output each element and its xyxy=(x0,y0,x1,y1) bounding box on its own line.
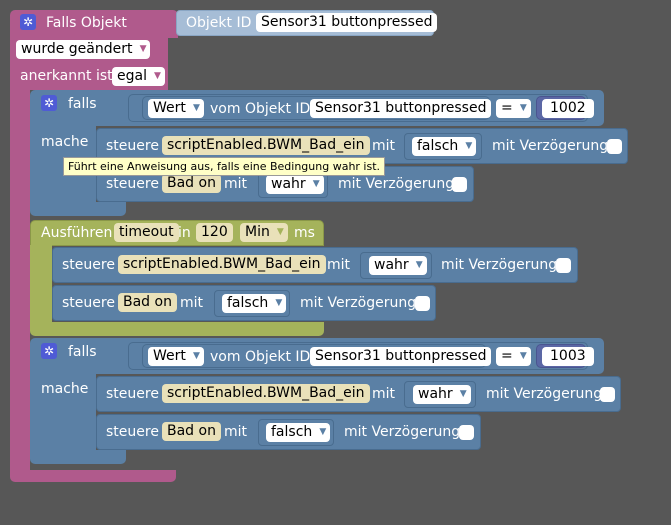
delay-label: mit Verzögerung xyxy=(492,138,609,154)
timeout-suffix: ms xyxy=(294,225,315,241)
with-label: mit xyxy=(372,138,396,154)
timeout-label: Ausführen xyxy=(41,225,113,241)
chevron-down-icon: ▼ xyxy=(154,71,161,81)
delay-label: mit Verzögerung xyxy=(441,257,558,273)
delay-label: mit Verzögerung xyxy=(338,176,455,192)
timeout-name-field[interactable]: timeout xyxy=(114,223,179,242)
chevron-down-icon: ▼ xyxy=(275,298,283,308)
with-label: mit xyxy=(327,257,351,273)
operator-dropdown[interactable]: = ▼ xyxy=(496,347,531,366)
target-field[interactable]: scriptEnabled.BWM_Bad_ein xyxy=(162,384,370,403)
statement-label: steuere xyxy=(106,138,159,154)
bool-dropdown[interactable]: wahr ▼ xyxy=(369,256,427,275)
statement-label: steuere xyxy=(106,424,159,440)
value-dropdown[interactable]: Wert ▼ xyxy=(148,347,204,366)
statement-label: steuere xyxy=(62,295,115,311)
chevron-down-icon: ▼ xyxy=(139,44,147,54)
compare-value-field[interactable]: 1002 xyxy=(542,99,594,118)
if-label: falls xyxy=(68,344,97,360)
delay-checkbox[interactable] xyxy=(452,177,467,192)
statement-label: steuere xyxy=(106,386,159,402)
target-field[interactable]: Bad on xyxy=(118,293,177,312)
if-block-2-footer xyxy=(30,450,126,464)
bool-dropdown[interactable]: wahr ▼ xyxy=(413,385,471,404)
gear-icon[interactable]: ✲ xyxy=(41,343,57,359)
trigger-dropdown[interactable]: wurde geändert ▼ xyxy=(16,40,151,59)
chevron-down-icon: ▼ xyxy=(312,179,320,189)
do-label: mache xyxy=(41,381,89,397)
operator-dropdown[interactable]: = ▼ xyxy=(496,99,531,118)
chevron-down-icon: ▼ xyxy=(276,227,284,237)
chevron-down-icon: ▼ xyxy=(192,351,200,361)
gear-icon[interactable]: ✲ xyxy=(20,14,36,30)
event-block-footer xyxy=(10,470,176,482)
do-label: mache xyxy=(41,134,89,150)
bool-dropdown[interactable]: wahr ▼ xyxy=(266,175,324,194)
with-label: mit xyxy=(224,424,248,440)
object-field[interactable]: Sensor31 buttonpressed xyxy=(310,347,492,366)
timeout-block-spine xyxy=(30,245,52,325)
timeout-block-footer xyxy=(30,322,324,336)
target-field[interactable]: Bad on xyxy=(162,422,221,441)
with-label: mit xyxy=(180,295,204,311)
event-block-spine xyxy=(10,90,30,470)
target-field[interactable]: scriptEnabled.BWM_Bad_ein xyxy=(118,255,326,274)
chevron-down-icon: ▼ xyxy=(192,103,200,113)
delay-checkbox[interactable] xyxy=(556,258,571,273)
compare-value-field[interactable]: 1003 xyxy=(542,347,594,366)
chevron-down-icon: ▼ xyxy=(415,260,423,270)
of-object-label: vom Objekt ID xyxy=(210,101,311,117)
delay-checkbox[interactable] xyxy=(459,425,474,440)
ack-label: anerkannt ist xyxy=(20,68,113,84)
delay-checkbox[interactable] xyxy=(607,139,622,154)
ack-dropdown[interactable]: egal ▼ xyxy=(112,67,165,86)
statement-label: steuere xyxy=(106,176,159,192)
event-title: Falls Objekt xyxy=(46,15,127,31)
delay-checkbox[interactable] xyxy=(415,296,430,311)
value-dropdown[interactable]: Wert ▼ xyxy=(148,99,204,118)
if-block-1-footer xyxy=(30,202,126,216)
timeout-unit-dropdown[interactable]: Min ▼ xyxy=(240,223,288,242)
chevron-down-icon: ▼ xyxy=(459,389,467,399)
chevron-down-icon: ▼ xyxy=(519,351,527,361)
statement-label: steuere xyxy=(62,257,115,273)
with-label: mit xyxy=(372,386,396,402)
chevron-down-icon: ▼ xyxy=(465,141,473,151)
with-label: mit xyxy=(224,176,248,192)
object-field[interactable]: Sensor31 buttonpressed xyxy=(310,99,492,118)
tooltip: Führt eine Anweisung aus, falls eine Bed… xyxy=(63,157,386,176)
gear-icon[interactable]: ✲ xyxy=(41,95,57,111)
of-object-label: vom Objekt ID xyxy=(210,349,311,365)
if-label: falls xyxy=(68,96,97,112)
bool-dropdown[interactable]: falsch ▼ xyxy=(266,423,331,442)
timeout-in-label: in xyxy=(178,225,191,241)
chevron-down-icon: ▼ xyxy=(319,427,327,437)
chevron-down-icon: ▼ xyxy=(519,103,527,113)
target-field[interactable]: Bad on xyxy=(162,174,221,193)
timeout-value-field[interactable]: 120 xyxy=(196,223,233,242)
object-id-label: Objekt ID xyxy=(186,15,252,31)
delay-label: mit Verzögerung xyxy=(344,424,461,440)
bool-dropdown[interactable]: falsch ▼ xyxy=(412,137,477,156)
object-id-field[interactable]: Sensor31 buttonpressed xyxy=(256,13,438,32)
delay-label: mit Verzögerung xyxy=(486,386,603,402)
bool-dropdown[interactable]: falsch ▼ xyxy=(222,294,287,313)
delay-label: mit Verzögerung xyxy=(300,295,417,311)
target-field[interactable]: scriptEnabled.BWM_Bad_ein xyxy=(162,136,370,155)
delay-checkbox[interactable] xyxy=(600,387,615,402)
